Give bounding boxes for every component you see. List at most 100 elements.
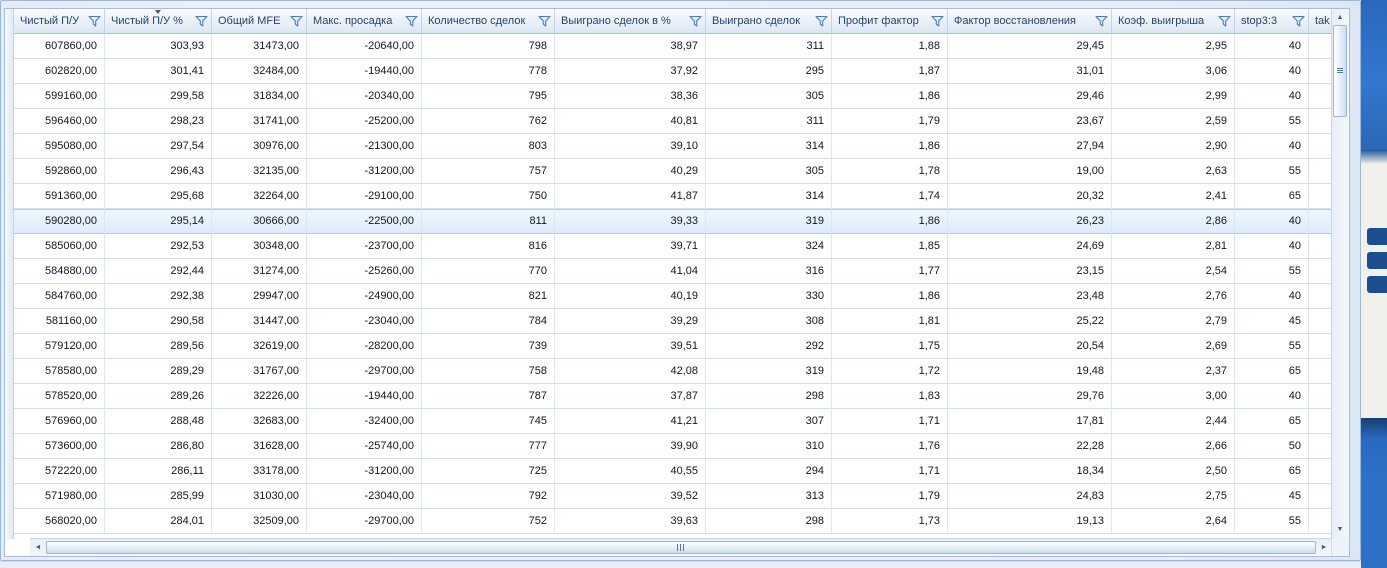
table-cell[interactable]: 30348,00: [212, 234, 307, 259]
table-row[interactable]: 573600,00 286,80 31628,00 -25740,00 777 39,90…: [14, 434, 1333, 459]
table-cell[interactable]: 55: [1235, 109, 1309, 134]
table-cell[interactable]: 1,72: [832, 359, 948, 384]
table-row[interactable]: 607860,00 303,93 31473,00 -20640,00 798 38,97…: [14, 34, 1333, 59]
table-cell[interactable]: 286,11: [105, 459, 212, 484]
table-cell[interactable]: 585060,00: [14, 234, 105, 259]
table-cell[interactable]: 795: [422, 84, 555, 109]
table-cell[interactable]: 2,90: [1112, 134, 1235, 159]
table-cell[interactable]: 599160,00: [14, 84, 105, 109]
table-cell[interactable]: 595080,00: [14, 134, 105, 159]
table-cell[interactable]: 55: [1235, 334, 1309, 359]
filter-icon[interactable]: [689, 15, 702, 27]
table-cell[interactable]: 40,81: [555, 109, 706, 134]
table-cell[interactable]: 1,86: [832, 284, 948, 309]
column-header-7[interactable]: Выиграно сделок: [706, 9, 832, 34]
table-cell[interactable]: 45: [1235, 309, 1309, 334]
column-header-9[interactable]: Фактор восстановления: [948, 9, 1112, 34]
table-cell[interactable]: 55: [1235, 509, 1309, 534]
table-cell[interactable]: 289,29: [105, 359, 212, 384]
table-cell[interactable]: 31274,00: [212, 259, 307, 284]
table-cell[interactable]: 1,86: [832, 134, 948, 159]
table-cell[interactable]: 758: [422, 359, 555, 384]
table-cell[interactable]: 319: [706, 359, 832, 384]
table-row[interactable]: 578520,00 289,26 32226,00 -19440,00 787 37,87…: [14, 384, 1333, 409]
table-cell[interactable]: 579120,00: [14, 334, 105, 359]
table-cell[interactable]: -22500,00: [307, 209, 422, 234]
table-cell[interactable]: 798: [422, 34, 555, 59]
table-cell[interactable]: 32509,00: [212, 509, 307, 534]
filter-icon[interactable]: [405, 15, 418, 27]
column-header-1[interactable]: Чистый П/У: [14, 9, 105, 34]
table-cell[interactable]: 40: [1235, 59, 1309, 84]
table-cell[interactable]: 3,00: [1112, 384, 1235, 409]
table-cell[interactable]: 308: [706, 309, 832, 334]
table-row[interactable]: 592860,00 296,43 32135,00 -31200,00 757 40,29…: [14, 159, 1333, 184]
table-cell[interactable]: 578580,00: [14, 359, 105, 384]
table-cell[interactable]: -31200,00: [307, 159, 422, 184]
table-cell[interactable]: 584880,00: [14, 259, 105, 284]
table-cell[interactable]: 298,23: [105, 109, 212, 134]
filter-icon[interactable]: [1095, 15, 1108, 27]
table-cell[interactable]: [1309, 59, 1333, 84]
table-cell[interactable]: 2,41: [1112, 184, 1235, 209]
table-cell[interactable]: 3,06: [1112, 59, 1235, 84]
table-cell[interactable]: 37,92: [555, 59, 706, 84]
filter-icon[interactable]: [290, 15, 303, 27]
table-cell[interactable]: 24,83: [948, 484, 1112, 509]
table-cell[interactable]: 24,69: [948, 234, 1112, 259]
table-cell[interactable]: 2,79: [1112, 309, 1235, 334]
table-cell[interactable]: 1,73: [832, 509, 948, 534]
table-cell[interactable]: [1309, 34, 1333, 59]
table-row[interactable]: 572220,00 286,11 33178,00 -31200,00 725 40,55…: [14, 459, 1333, 484]
column-header-4[interactable]: Макс. просадка: [307, 9, 422, 34]
table-cell[interactable]: 1,78: [832, 159, 948, 184]
table-cell[interactable]: 2,76: [1112, 284, 1235, 309]
table-cell[interactable]: 39,51: [555, 334, 706, 359]
table-row[interactable]: 595080,00 297,54 30976,00 -21300,00 803 39,10…: [14, 134, 1333, 159]
table-cell[interactable]: 307: [706, 409, 832, 434]
table-cell[interactable]: 38,36: [555, 84, 706, 109]
table-cell[interactable]: 2,86: [1112, 209, 1235, 234]
table-cell[interactable]: 39,52: [555, 484, 706, 509]
horizontal-scrollbar[interactable]: ◄ ►: [30, 538, 1332, 556]
column-header-10[interactable]: Коэф. выигрыша: [1112, 9, 1235, 34]
table-cell[interactable]: 573600,00: [14, 434, 105, 459]
table-cell[interactable]: 50: [1235, 434, 1309, 459]
table-cell[interactable]: 578520,00: [14, 384, 105, 409]
table-cell[interactable]: 1,85: [832, 234, 948, 259]
scroll-left-button[interactable]: ◄: [32, 541, 44, 554]
table-cell[interactable]: 787: [422, 384, 555, 409]
table-cell[interactable]: 581160,00: [14, 309, 105, 334]
table-cell[interactable]: 292,53: [105, 234, 212, 259]
table-cell[interactable]: 39,33: [555, 209, 706, 234]
table-row[interactable]: 596460,00 298,23 31741,00 -25200,00 762 40,81…: [14, 109, 1333, 134]
table-cell[interactable]: 40,19: [555, 284, 706, 309]
table-cell[interactable]: 739: [422, 334, 555, 359]
table-cell[interactable]: 725: [422, 459, 555, 484]
table-cell[interactable]: 19,00: [948, 159, 1112, 184]
table-cell[interactable]: 26,23: [948, 209, 1112, 234]
table-cell[interactable]: 25,22: [948, 309, 1112, 334]
table-cell[interactable]: [1309, 359, 1333, 384]
table-cell[interactable]: 1,86: [832, 209, 948, 234]
table-cell[interactable]: 285,99: [105, 484, 212, 509]
table-row[interactable]: 568020,00 284,01 32509,00 -29700,00 752 39,63…: [14, 509, 1333, 534]
table-cell[interactable]: 314: [706, 134, 832, 159]
table-cell[interactable]: [1309, 234, 1333, 259]
table-cell[interactable]: 40: [1235, 34, 1309, 59]
table-cell[interactable]: -29700,00: [307, 359, 422, 384]
table-cell[interactable]: 23,48: [948, 284, 1112, 309]
column-header-11[interactable]: stop3:3: [1235, 9, 1309, 34]
table-cell[interactable]: 32619,00: [212, 334, 307, 359]
table-cell[interactable]: 590280,00: [14, 209, 105, 234]
table-cell[interactable]: 40: [1235, 134, 1309, 159]
horizontal-scrollbar-thumb[interactable]: [46, 541, 1316, 554]
table-row[interactable]: 571980,00 285,99 31030,00 -23040,00 792 39,52…: [14, 484, 1333, 509]
table-cell[interactable]: 40: [1235, 234, 1309, 259]
table-cell[interactable]: 1,79: [832, 109, 948, 134]
column-header-12[interactable]: take: [1309, 9, 1333, 34]
table-row[interactable]: 578580,00 289,29 31767,00 -29700,00 758 42,08…: [14, 359, 1333, 384]
column-header-6[interactable]: Выиграно сделок в %: [555, 9, 706, 34]
table-cell[interactable]: -19440,00: [307, 59, 422, 84]
table-cell[interactable]: [1309, 109, 1333, 134]
